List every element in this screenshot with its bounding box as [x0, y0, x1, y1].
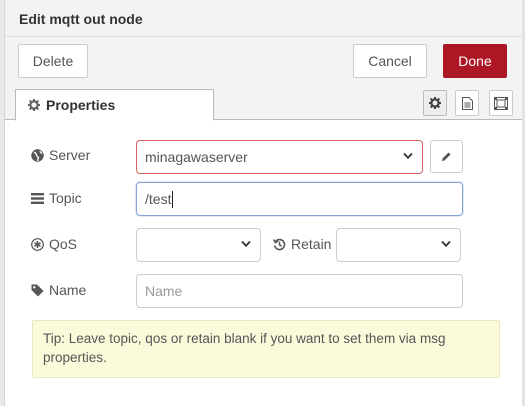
topic-label: Topic [49, 190, 82, 206]
server-select[interactable]: minagawaserver [136, 140, 423, 174]
dialog-toolbar: Delete Cancel Done [5, 37, 522, 89]
topic-label-row: Topic [31, 190, 82, 206]
retain-label-row: Retain [273, 236, 331, 252]
gear-icon [28, 99, 40, 111]
delete-button[interactable]: Delete [18, 44, 88, 78]
tab-appearance[interactable] [489, 90, 513, 116]
text-cursor [172, 190, 174, 208]
retain-label: Retain [291, 236, 332, 252]
server-label-row: Server [31, 147, 90, 163]
edit-server-button[interactable] [430, 140, 463, 173]
topic-value: /test [145, 191, 172, 207]
gear-icon [429, 97, 441, 109]
tab-node-properties[interactable] [423, 90, 447, 116]
tip-text: Tip: Leave topic, qos or retain blank if… [43, 331, 446, 365]
tab-properties-label: Properties [46, 97, 116, 113]
server-label: Server [49, 147, 91, 163]
name-label-row: Name [31, 282, 86, 298]
pencil-icon [442, 152, 451, 161]
chevron-down-icon [403, 152, 413, 160]
tab-description[interactable] [455, 90, 479, 116]
qos-label-row: QoS [31, 236, 77, 252]
retain-select[interactable] [336, 228, 461, 262]
description-icon [461, 96, 473, 110]
name-placeholder: Name [145, 283, 183, 299]
tag-icon [31, 284, 44, 296]
chevron-down-icon [441, 240, 451, 248]
done-button[interactable]: Done [443, 44, 507, 78]
dialog-header: Edit mqtt out node [5, 0, 522, 37]
tasks-icon [31, 192, 44, 204]
cancel-button[interactable]: Cancel [353, 44, 427, 78]
appearance-icon [494, 96, 508, 110]
qos-select[interactable] [136, 228, 261, 262]
server-value: minagawaserver [145, 149, 248, 165]
dialog-title: Edit mqtt out node [19, 11, 143, 27]
topic-input[interactable]: /test [136, 182, 463, 216]
name-input[interactable]: Name [136, 274, 463, 308]
history-icon [273, 238, 286, 250]
tab-properties[interactable]: Properties [15, 89, 214, 121]
name-label: Name [49, 282, 87, 298]
qos-label: QoS [49, 236, 78, 252]
globe-icon [31, 148, 44, 162]
asterisk-icon [31, 237, 44, 251]
tip-box: Tip: Leave topic, qos or retain blank if… [32, 320, 500, 378]
tab-bar: Properties [5, 89, 522, 121]
chevron-down-icon [241, 240, 251, 248]
